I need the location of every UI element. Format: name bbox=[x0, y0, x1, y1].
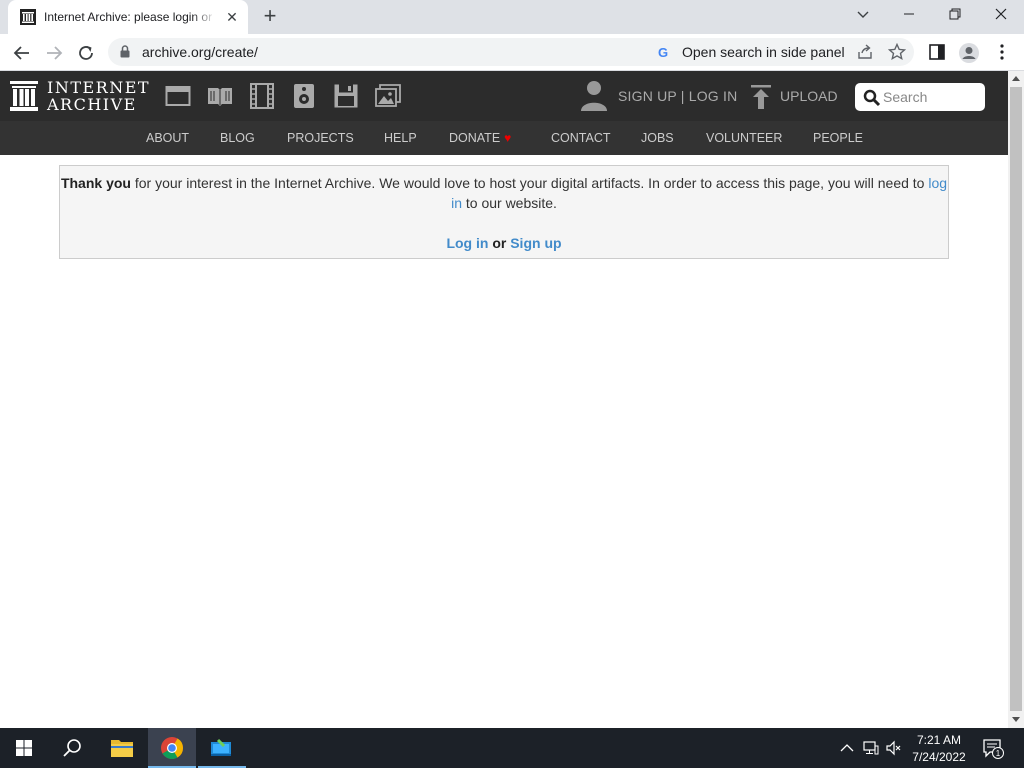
upload-icon[interactable] bbox=[750, 85, 772, 114]
audio-icon[interactable] bbox=[291, 83, 317, 109]
network-icon[interactable] bbox=[863, 740, 879, 756]
search-icon[interactable] bbox=[863, 89, 881, 112]
ia-top-bar: INTERNET ARCHIVE SIGN UP | LOG IN UPLOAD bbox=[0, 71, 1008, 121]
tab-title: Internet Archive: please login or sign u… bbox=[44, 10, 216, 24]
internet-archive-favicon-icon bbox=[20, 9, 36, 25]
volume-muted-icon[interactable] bbox=[886, 740, 902, 756]
nav-donate-label: DONATE bbox=[449, 131, 501, 145]
reload-button[interactable] bbox=[73, 40, 99, 66]
scroll-thumb[interactable] bbox=[1010, 87, 1022, 711]
video-icon[interactable] bbox=[249, 83, 275, 109]
nav-donate[interactable]: DONATE ♥ bbox=[449, 131, 511, 145]
internet-archive-logo-text[interactable]: INTERNET ARCHIVE bbox=[47, 79, 150, 113]
profile-avatar-icon[interactable] bbox=[958, 42, 980, 64]
back-button[interactable] bbox=[9, 40, 35, 66]
file-explorer-icon[interactable] bbox=[98, 728, 146, 768]
clock-time: 7:21 AM bbox=[916, 733, 962, 747]
notice-or: or bbox=[488, 235, 511, 251]
browser-tab-strip: Internet Archive: please login or sign u… bbox=[0, 0, 1024, 34]
login-required-notice: Thank you for your interest in the Inter… bbox=[59, 165, 949, 259]
action-center-notification-icon[interactable]: 1 bbox=[982, 737, 1004, 764]
software-icon[interactable] bbox=[333, 83, 359, 109]
nav-contact[interactable]: CONTACT bbox=[551, 131, 611, 145]
nav-people[interactable]: PEOPLE bbox=[813, 131, 863, 145]
bookmark-star-icon[interactable] bbox=[887, 42, 907, 61]
nav-jobs[interactable]: JOBS bbox=[641, 131, 674, 145]
chrome-menu-icon[interactable] bbox=[992, 42, 1014, 64]
ia-secondary-nav: ABOUT BLOG PROJECTS HELP DONATE ♥ CONTACT… bbox=[0, 121, 1008, 155]
notification-count: 1 bbox=[996, 749, 1001, 758]
texts-icon[interactable] bbox=[207, 83, 233, 109]
restore-button[interactable] bbox=[932, 0, 978, 32]
taskbar-search-icon[interactable] bbox=[48, 728, 96, 768]
notice-text-part1: for your interest in the Internet Archiv… bbox=[130, 175, 929, 191]
nav-help[interactable]: HELP bbox=[384, 131, 417, 145]
side-panel-icon[interactable] bbox=[927, 42, 949, 64]
internet-archive-logo-icon[interactable] bbox=[10, 81, 38, 116]
user-avatar-icon[interactable] bbox=[580, 80, 608, 117]
nav-about[interactable]: ABOUT bbox=[146, 131, 189, 145]
close-window-button[interactable] bbox=[978, 0, 1024, 32]
url-text[interactable]: archive.org/create/ bbox=[142, 44, 258, 60]
nav-projects[interactable]: PROJECTS bbox=[287, 131, 354, 145]
show-hidden-icons-chevron-icon[interactable] bbox=[839, 740, 855, 756]
notice-message: Thank you for your interest in the Inter… bbox=[60, 173, 948, 213]
system-clock[interactable]: 7:21 AM 7/24/2022 bbox=[905, 732, 973, 766]
tab-search-chevron-icon[interactable] bbox=[840, 0, 886, 32]
logo-line-internet: INTERNET bbox=[47, 78, 151, 97]
web-icon[interactable] bbox=[165, 83, 191, 109]
nav-volunteer[interactable]: VOLUNTEER bbox=[706, 131, 782, 145]
notice-actions: Log in or Sign up bbox=[60, 233, 948, 253]
clock-date: 7/24/2022 bbox=[912, 750, 966, 764]
search-input[interactable] bbox=[883, 88, 981, 106]
signup-login-link[interactable]: SIGN UP | LOG IN bbox=[618, 88, 737, 104]
forward-button[interactable] bbox=[41, 40, 67, 66]
logo-line-archive: ARCHIVE bbox=[47, 95, 137, 114]
upload-link[interactable]: UPLOAD bbox=[780, 88, 838, 104]
page-scrollbar[interactable] bbox=[1008, 71, 1024, 728]
app-taskbar-icon[interactable] bbox=[198, 728, 246, 768]
ia-search-box[interactable] bbox=[855, 83, 985, 111]
google-icon: G bbox=[658, 45, 669, 60]
login-button[interactable]: Log in bbox=[446, 235, 488, 251]
new-tab-button[interactable]: + bbox=[258, 5, 282, 28]
lock-icon bbox=[120, 45, 130, 63]
tab-close-icon[interactable]: ✕ bbox=[224, 9, 240, 25]
chrome-taskbar-icon[interactable] bbox=[148, 728, 196, 768]
notice-text-part2: to our website. bbox=[461, 195, 557, 211]
address-bar[interactable]: archive.org/create/ G Open search in sid… bbox=[108, 38, 914, 66]
start-button[interactable] bbox=[0, 728, 48, 768]
nav-blog[interactable]: BLOG bbox=[220, 131, 255, 145]
windows-taskbar: 7:21 AM 7/24/2022 1 bbox=[0, 728, 1024, 768]
images-icon[interactable] bbox=[375, 83, 401, 109]
share-icon[interactable] bbox=[856, 43, 874, 61]
scroll-down-arrow-icon[interactable] bbox=[1012, 717, 1020, 722]
minimize-button[interactable] bbox=[886, 0, 932, 32]
browser-tab-active[interactable]: Internet Archive: please login or sign u… bbox=[8, 0, 248, 34]
signup-button[interactable]: Sign up bbox=[510, 235, 561, 251]
browser-toolbar: archive.org/create/ G Open search in sid… bbox=[0, 34, 1024, 71]
scroll-up-arrow-icon[interactable] bbox=[1012, 76, 1020, 81]
side-panel-label: Open search in side panel bbox=[682, 44, 845, 60]
notice-thank-you: Thank you bbox=[60, 175, 131, 191]
heart-icon: ♥ bbox=[504, 131, 512, 145]
